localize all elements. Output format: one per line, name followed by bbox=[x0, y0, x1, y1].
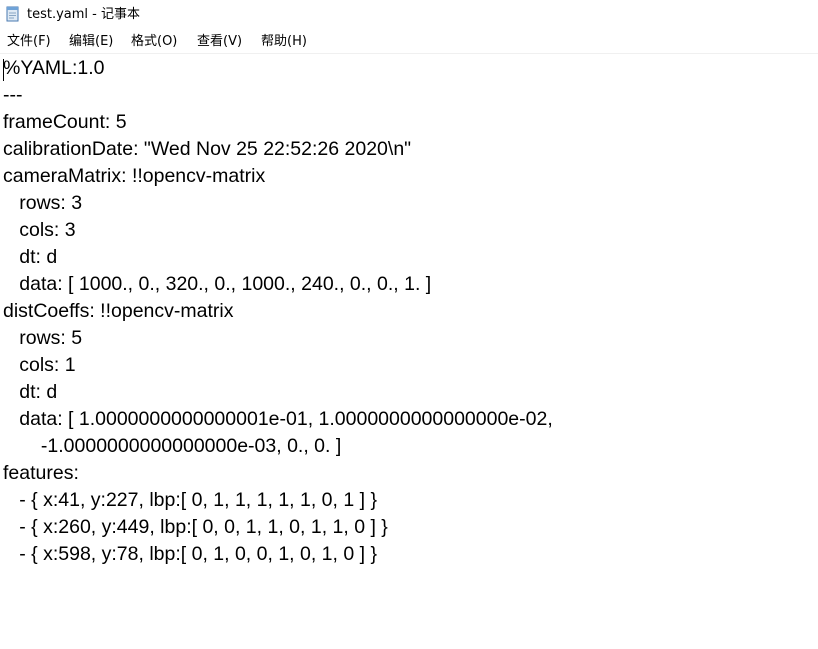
text-line: distCoeffs: !!opencv-matrix bbox=[3, 300, 234, 322]
menu-file[interactable]: 文件(F) bbox=[7, 32, 51, 52]
notepad-window: test.yaml - 记事本 文件(F) 编辑(E) 格式(O) 查看(V) … bbox=[0, 0, 818, 649]
title-bar[interactable]: test.yaml - 记事本 bbox=[0, 0, 818, 30]
text-line: - { x:260, y:449, lbp:[ 0, 0, 1, 1, 0, 1… bbox=[3, 516, 388, 538]
text-line: - { x:598, y:78, lbp:[ 0, 1, 0, 0, 1, 0,… bbox=[3, 543, 377, 565]
text-line: data: [ 1000., 0., 320., 0., 1000., 240.… bbox=[3, 273, 432, 295]
menu-edit[interactable]: 编辑(E) bbox=[69, 32, 113, 52]
text-line: data: [ 1.0000000000000001e-01, 1.000000… bbox=[3, 408, 553, 430]
text-line: %YAML:1.0 bbox=[3, 57, 105, 79]
text-editor[interactable]: %YAML:1.0 --- frameCount: 5 calibrationD… bbox=[0, 54, 818, 649]
menu-view[interactable]: 查看(V) bbox=[197, 32, 242, 52]
text-line: features: bbox=[3, 462, 79, 484]
text-line: cameraMatrix: !!opencv-matrix bbox=[3, 165, 266, 187]
text-line: calibrationDate: "Wed Nov 25 22:52:26 20… bbox=[3, 138, 412, 160]
notepad-icon bbox=[6, 6, 19, 22]
text-line: --- bbox=[3, 84, 23, 106]
text-line: dt: d bbox=[3, 381, 58, 403]
menu-bar: 文件(F) 编辑(E) 格式(O) 查看(V) 帮助(H) bbox=[0, 30, 818, 54]
text-line: cols: 3 bbox=[3, 219, 76, 241]
text-line: - { x:41, y:227, lbp:[ 0, 1, 1, 1, 1, 1,… bbox=[3, 489, 377, 511]
text-line: cols: 1 bbox=[3, 354, 76, 376]
window-title: test.yaml - 记事本 bbox=[27, 7, 140, 22]
text-line: dt: d bbox=[3, 246, 58, 268]
text-line: -1.0000000000000000e-03, 0., 0. ] bbox=[3, 435, 342, 457]
text-line: rows: 3 bbox=[3, 192, 83, 214]
text-line: rows: 5 bbox=[3, 327, 83, 349]
text-line: frameCount: 5 bbox=[3, 111, 127, 133]
menu-format[interactable]: 格式(O) bbox=[131, 32, 177, 52]
menu-help[interactable]: 帮助(H) bbox=[261, 32, 307, 52]
